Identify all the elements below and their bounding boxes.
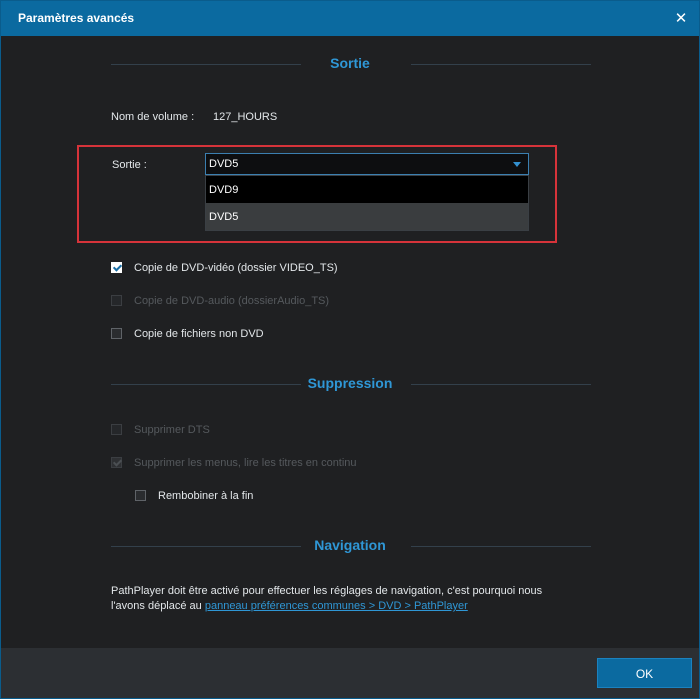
ok-button[interactable]: OK [597,658,692,688]
title-bar: Paramètres avancés ✕ [1,1,699,36]
dropdown-option-dvd5[interactable]: DVD5 [206,203,528,230]
section-header-navigation: Navigation [1,536,699,556]
option-label: DVD9 [209,184,239,196]
checkbox-label: Supprimer les menus, lire les titres en … [134,457,357,469]
output-dropdown-list: DVD9 DVD5 [205,175,529,231]
dialog-footer: OK [1,648,699,698]
dropdown-option-dvd9[interactable]: DVD9 [206,176,528,203]
option-label: DVD5 [209,211,239,223]
output-select-value: DVD5 [209,158,239,170]
checkbox-dvd-audio[interactable] [111,295,122,306]
checkbox-label: Copie de DVD-vidéo (dossier VIDEO_TS) [134,262,338,274]
navigation-text-line2: l'avons déplacé au panneau préférences c… [111,599,591,614]
output-label: Sortie : [112,159,147,171]
checkbox-non-dvd-files[interactable] [111,328,122,339]
volume-name-value: 127_HOURS [213,111,278,123]
section-header-suppression: Suppression [1,374,699,394]
volume-name-label: Nom de volume : [111,111,195,123]
navigation-text-line1: PathPlayer doit être activé pour effectu… [111,585,543,597]
checkbox-remove-dts[interactable] [111,424,122,435]
section-header-sortie: Sortie [1,54,699,74]
section-title-suppression: Suppression [307,375,393,391]
close-icon[interactable]: ✕ [671,9,691,29]
navigation-info-text: PathPlayer doit être activé pour effectu… [111,584,591,614]
checkbox-remove-menus[interactable] [111,457,122,468]
section-title-sortie: Sortie [330,55,370,71]
advanced-settings-dialog: Paramètres avancés ✕ Sortie Nom de volum… [0,0,700,699]
output-select[interactable]: DVD5 [205,153,529,175]
preferences-link[interactable]: panneau préférences communes > DVD > Pat… [205,600,468,612]
section-title-navigation: Navigation [314,537,386,553]
navigation-text-prefix: l'avons déplacé au [111,600,205,612]
chevron-down-icon [513,162,521,167]
checkbox-label: Copie de DVD-audio (dossierAudio_TS) [134,295,330,307]
checkbox-label: Copie de fichiers non DVD [134,328,264,340]
checkbox-label: Rembobiner à la fin [158,490,254,502]
checkbox-rewind-end[interactable] [135,490,146,501]
checkbox-dvd-video[interactable] [111,262,122,273]
checkbox-label: Supprimer DTS [134,424,210,436]
dialog-title: Paramètres avancés [18,11,135,25]
